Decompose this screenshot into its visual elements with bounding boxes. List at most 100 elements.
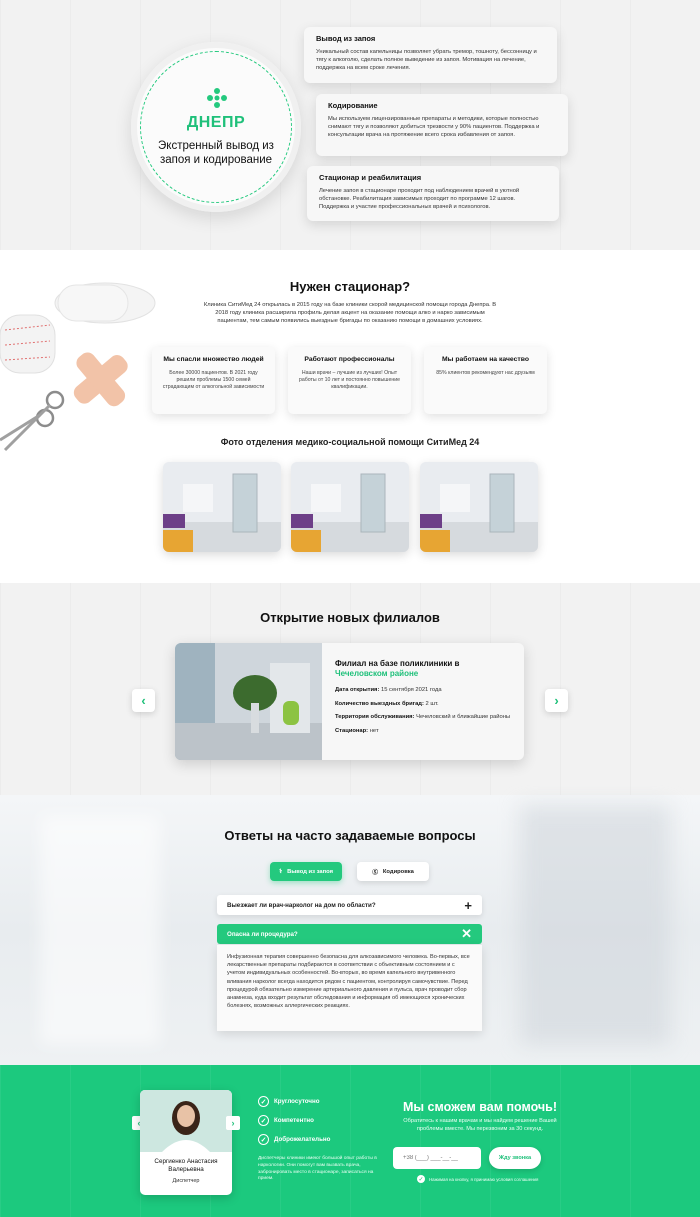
person-next-button[interactable]: › xyxy=(226,1116,240,1130)
branch-photo-image xyxy=(175,643,322,760)
stat-title: Мы спасли множество людей xyxy=(163,356,264,363)
feature-check: ✓ Круглосуточно xyxy=(258,1096,320,1107)
question-text: Выезжает ли врач-нарколог на дом по обла… xyxy=(227,901,376,909)
branch-title: Филиал на базе поликлиники в Чечеловском… xyxy=(335,659,513,679)
ward-photo-image xyxy=(291,462,409,552)
branches-section: Открытие новых филиалов ‹ Филиал на базе… xyxy=(0,583,700,795)
branch-title-prefix: Филиал на базе поликлиники в xyxy=(335,659,460,668)
call-button-label: Жду звонка xyxy=(498,1155,532,1161)
stat-text: Более 30000 пациентов. В 2021 году решил… xyxy=(162,369,265,390)
faq-answer: Инфузионная терапия совершенно безопасна… xyxy=(217,945,482,1031)
chevron-right-icon: › xyxy=(231,1118,235,1128)
medical-cross-logo-icon xyxy=(207,88,227,108)
contact-section: ‹ Сергиенко Анастасия Валерьевна Диспетч… xyxy=(0,1065,700,1217)
close-icon: ✕ xyxy=(461,926,472,941)
service-card-title: Кодирование xyxy=(328,101,378,110)
chevron-left-icon: ‹ xyxy=(141,693,146,708)
service-card-text: Мы используем лицензированные препараты … xyxy=(328,116,540,138)
service-card-title: Стационар и реабилитация xyxy=(319,173,422,182)
feature-check: ✓ Доброжелательно xyxy=(258,1134,330,1145)
cta-title: Мы сможем вам помочь! xyxy=(403,1100,557,1114)
plus-icon: + xyxy=(464,897,472,913)
photos-title: Фото отделения медико-социальной помощи … xyxy=(220,437,480,447)
check-icon: ✓ xyxy=(417,1175,425,1183)
carousel-next-button[interactable]: › xyxy=(545,689,568,712)
branch-row-date: Дата открытия: 15 сентября 2021 года xyxy=(335,687,513,695)
feature-label: Компетентно xyxy=(274,1117,314,1124)
stat-card: Мы спасли множество людей Более 30000 па… xyxy=(152,347,275,414)
section-title: Ответы на часто задаваемые вопросы xyxy=(224,828,476,843)
carousel-prev-button[interactable]: ‹ xyxy=(132,689,155,712)
faq-section: Ответы на часто задаваемые вопросы ⚕ Выв… xyxy=(0,795,700,1065)
branch-info: Филиал на базе поликлиники в Чечеловском… xyxy=(335,659,513,741)
branch-row-value: Чечеловский и ближайшие районы xyxy=(414,714,511,720)
chevron-right-icon: › xyxy=(554,693,559,708)
hero-title: Экстренный вывод из запоя и кодирование xyxy=(158,140,274,166)
tab-label: Вывод из запоя xyxy=(287,868,333,875)
branch-row-value: 2 шт. xyxy=(423,700,439,707)
faq-question-open[interactable]: Опасна ли процедура? ✕ xyxy=(217,924,482,944)
branch-row-territory: Территория обслуживания: Чечеловский и б… xyxy=(335,714,513,722)
ward-photo[interactable] xyxy=(163,462,281,552)
dispatcher-card: Сергиенко Анастасия Валерьевна Диспетчер xyxy=(140,1090,232,1195)
branch-row-value: нет xyxy=(368,727,379,734)
dropper-icon: ⚕ xyxy=(279,868,283,875)
branch-card: Филиал на базе поликлиники в Чечеловском… xyxy=(175,643,524,760)
branch-row-label: Дата открытия: xyxy=(335,687,380,693)
coding-icon: Ⓢ xyxy=(372,870,378,876)
avatar xyxy=(140,1090,232,1152)
tab-withdrawal[interactable]: ⚕ Вывод из запоя xyxy=(270,862,342,881)
cta-subtitle: Обратитесь к нашим врачам и мы найдем ре… xyxy=(403,1118,557,1132)
section-title: Открытие новых филиалов xyxy=(260,610,440,625)
feature-label: Доброжелательно xyxy=(274,1136,331,1143)
service-card-text: Уникальный состав капельницы позволяет у… xyxy=(316,49,537,71)
service-card-coding[interactable]: Кодирование Мы используем лицензированны… xyxy=(316,94,568,156)
check-icon: ✓ xyxy=(258,1134,269,1145)
city-name: ДНЕПР xyxy=(186,114,246,131)
background-blur xyxy=(40,815,160,1045)
avatar-image xyxy=(140,1090,232,1152)
dispatcher-role: Диспетчер xyxy=(172,1178,200,1184)
ward-photo[interactable] xyxy=(291,462,409,552)
check-icon: ✓ xyxy=(258,1096,269,1107)
hero-section: ДНЕПР Экстренный вывод из запоя и кодиро… xyxy=(0,0,700,250)
ward-photo-image xyxy=(163,462,281,552)
stationary-section: Нужен стационар? Клиника СитиМед 24 откр… xyxy=(0,250,700,583)
branch-row-value: 15 сентября 2021 года xyxy=(379,687,442,693)
service-card-inpatient[interactable]: Стационар и реабилитация Лечение запоя в… xyxy=(307,166,559,221)
stat-title: Работают профессионалы xyxy=(304,356,395,363)
branch-row-teams: Количество выездных бригад: 2 шт. xyxy=(335,701,513,709)
phone-input[interactable] xyxy=(393,1147,481,1169)
branch-photo xyxy=(175,643,322,760)
agreement-text: Нажимая на кнопку, я принимаю условия со… xyxy=(429,1176,539,1182)
branch-row-label: Количество выездных бригад: xyxy=(335,700,424,707)
branch-row-inpatient: Стационар: нет xyxy=(335,728,513,736)
agreement-checkbox[interactable]: ✓ Нажимая на кнопку, я принимаю условия … xyxy=(417,1175,538,1183)
tab-label: Кодировка xyxy=(382,868,414,875)
feature-check: ✓ Компетентно xyxy=(258,1115,314,1126)
hero-badge: ДНЕПР Экстренный вывод из запоя и кодиро… xyxy=(131,42,301,212)
branch-row-label: Территория обслуживания: xyxy=(335,714,415,720)
service-card-title: Вывод из запоя xyxy=(316,34,376,43)
section-title: Нужен стационар? xyxy=(289,279,411,294)
dispatcher-text: Диспетчеры клиники имеют большой опыт ра… xyxy=(258,1156,377,1182)
stat-text: 85% клиентов рекомендуют нас друзьям xyxy=(436,369,535,376)
call-me-button[interactable]: Жду звонка xyxy=(489,1147,541,1169)
section-intro: Клиника СитиМед 24 открылась в 2015 году… xyxy=(203,302,497,324)
faq-question[interactable]: Выезжает ли врач-нарколог на дом по обла… xyxy=(217,895,482,915)
service-card-text: Лечение запоя в стационаре проходит под … xyxy=(319,188,520,210)
branch-title-highlight: Чечеловском районе xyxy=(335,669,419,678)
service-card-withdrawal[interactable]: Вывод из запоя Уникальный состав капельн… xyxy=(304,27,557,83)
question-text: Опасна ли процедура? xyxy=(227,930,298,938)
tab-coding[interactable]: Ⓢ Кодировка xyxy=(357,862,429,881)
ward-photo-image xyxy=(420,462,538,552)
feature-label: Круглосуточно xyxy=(274,1098,320,1105)
stat-card: Мы работаем на качество 85% клиентов рек… xyxy=(424,347,547,414)
branch-row-label: Стационар: xyxy=(335,727,369,734)
dispatcher-name: Сергиенко Анастасия Валерьевна xyxy=(154,1158,218,1173)
stat-card: Работают профессионалы Наши врачи – лучш… xyxy=(288,347,411,414)
ward-photo[interactable] xyxy=(420,462,538,552)
stat-title: Мы работаем на качество xyxy=(442,356,529,363)
check-icon: ✓ xyxy=(258,1115,269,1126)
stat-text: Наши врачи – лучшие из лучших! Опыт рабо… xyxy=(299,369,400,390)
